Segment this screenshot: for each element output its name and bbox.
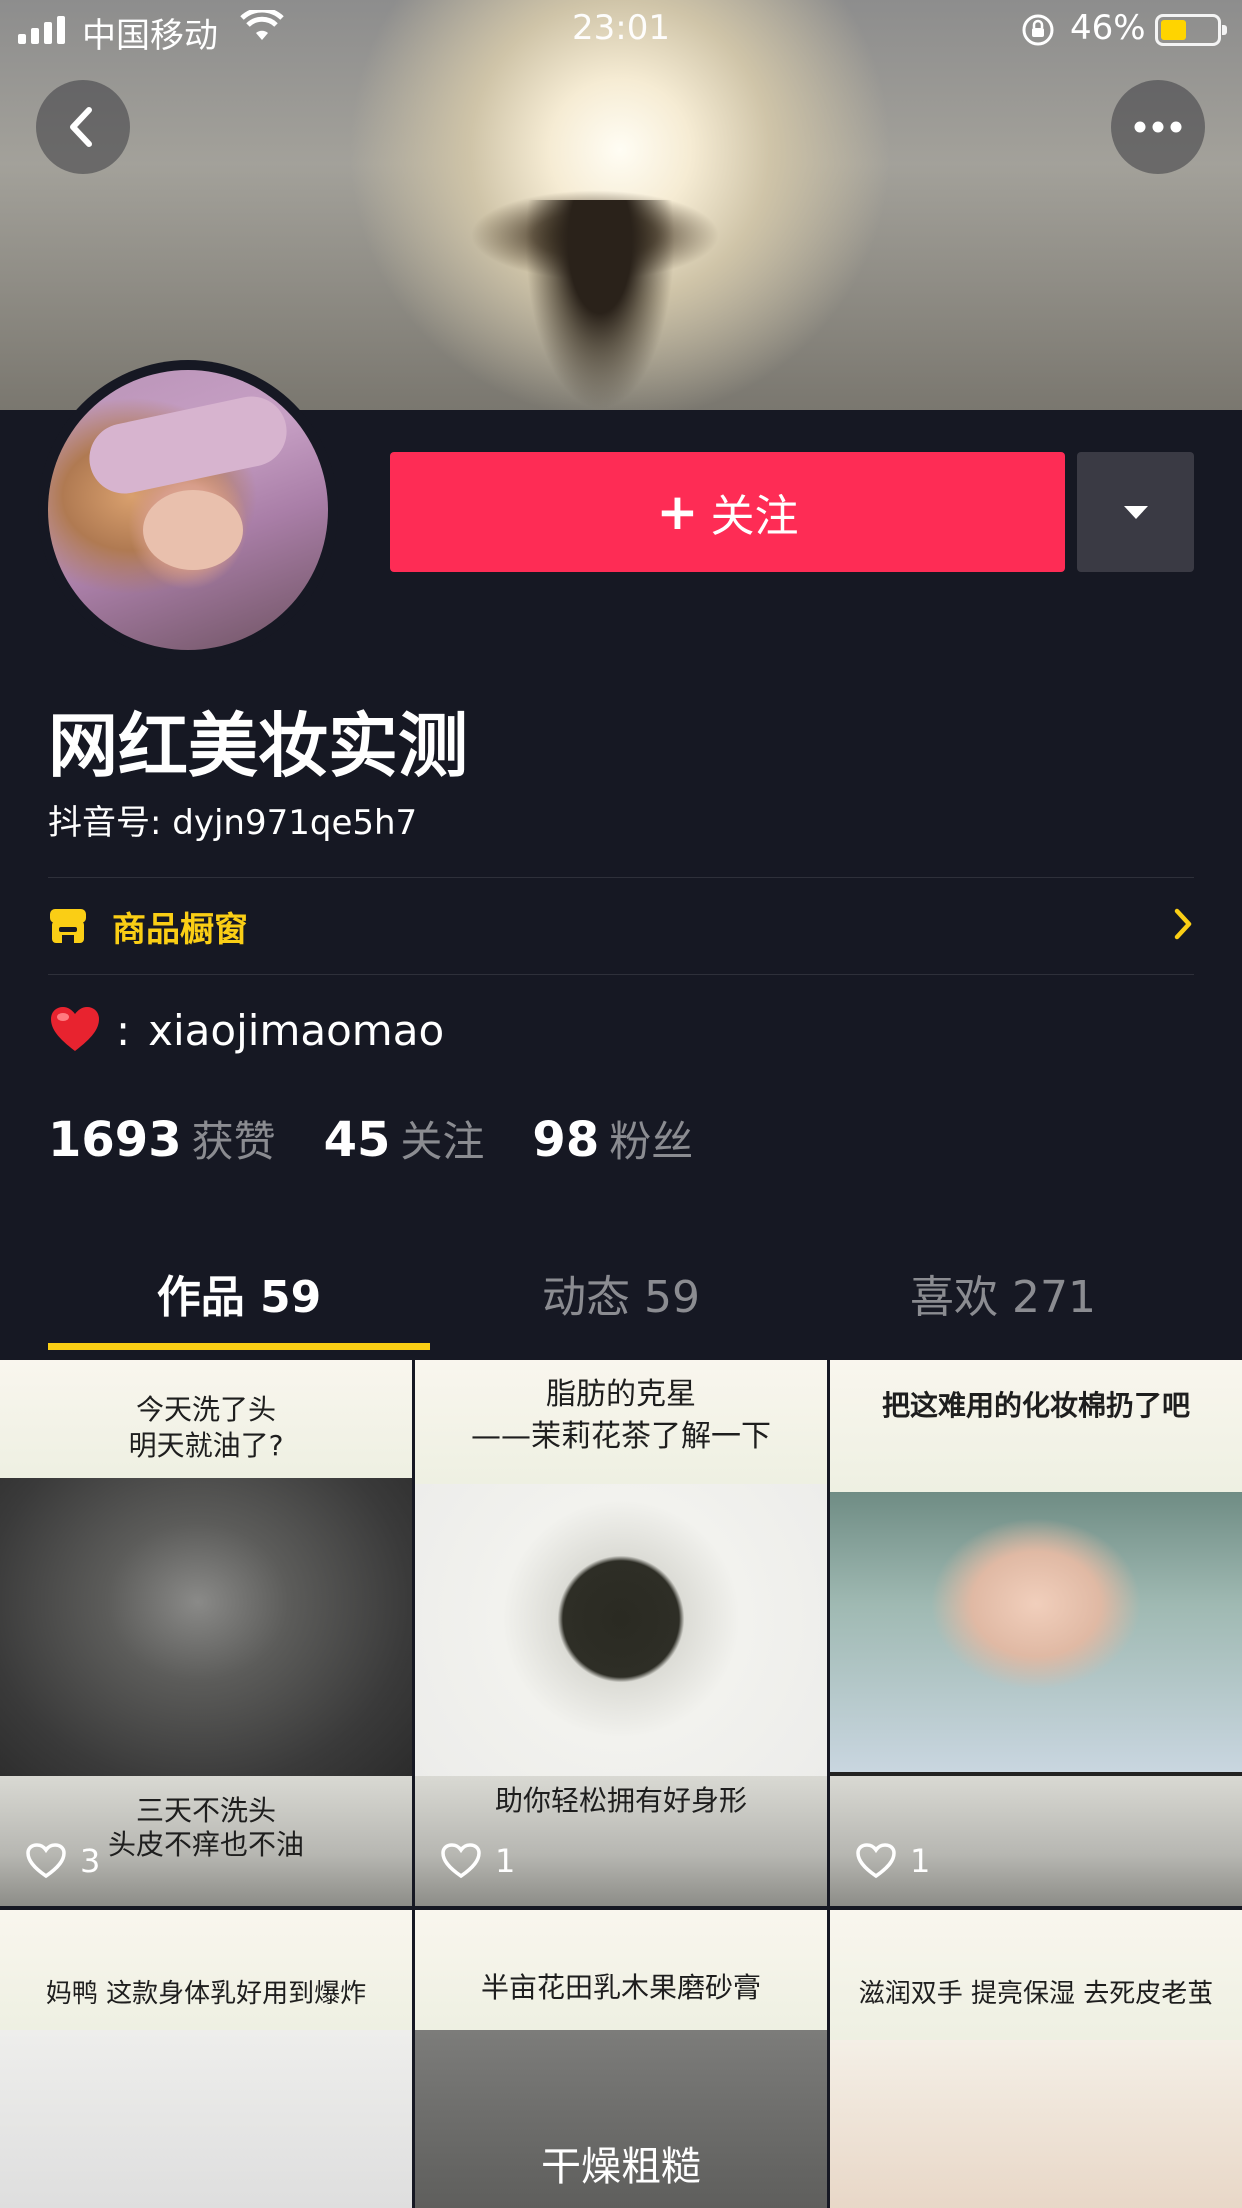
shop-label: 商品橱窗 <box>112 909 248 950</box>
more-horizontal-icon <box>1134 121 1182 133</box>
video-thumbnail[interactable]: 把这难用的化妆棉扔了吧 1 <box>830 1360 1242 1906</box>
battery-percent: 46% <box>1070 8 1146 48</box>
like-count: 3 <box>26 1842 100 1880</box>
douyin-id: 抖音号: dyjn971qe5h7 <box>48 803 418 843</box>
divider <box>48 974 1194 975</box>
like-count: 1 <box>856 1842 930 1880</box>
content-tabs: 作品 59 动态 59 喜欢 271 <box>48 1256 1194 1360</box>
more-button[interactable] <box>1111 80 1205 174</box>
page-title: 网红美妆实测 <box>48 705 468 787</box>
follow-button[interactable]: + 关注 <box>390 452 1065 572</box>
banner-image-stem <box>525 200 675 410</box>
stat-fans[interactable]: 98 粉丝 <box>532 1108 693 1169</box>
shop-icon <box>50 909 86 943</box>
video-thumbnail[interactable]: 半亩花田乳木果磨砂膏 干燥粗糙 <box>415 1910 827 2208</box>
heart-outline-icon <box>26 1843 66 1879</box>
like-count: 1 <box>441 1842 515 1880</box>
video-thumbnail[interactable]: 滋润双手 提亮保湿 去死皮老茧 <box>830 1910 1242 2208</box>
rotation-lock-icon <box>1022 14 1054 46</box>
caret-down-icon <box>1123 506 1148 519</box>
heart-outline-icon <box>441 1843 481 1879</box>
battery-icon <box>1155 14 1227 46</box>
tab-works[interactable]: 作品 59 <box>48 1256 430 1360</box>
video-thumbnail[interactable]: 今天洗了头 明天就油了? 三天不洗头 头皮不痒也不油 3 <box>0 1360 412 1906</box>
back-button[interactable] <box>36 80 130 174</box>
profile-stats: 1693 获赞 45 关注 98 粉丝 <box>48 1108 693 1169</box>
video-thumbnail[interactable]: 妈鸭 这款身体乳好用到爆炸 <box>0 1910 412 2208</box>
recommend-dropdown-button[interactable] <box>1077 452 1194 572</box>
profile-banner <box>0 0 1242 410</box>
status-bar: 中国移动 23:01 46% <box>0 0 1242 60</box>
chevron-left-icon <box>70 107 92 147</box>
bio-link-text: xiaojimaomao <box>148 1005 445 1055</box>
chevron-right-icon <box>1174 908 1192 940</box>
plus-icon: + <box>656 483 699 541</box>
video-thumbnail[interactable]: 脂肪的克星 ——茉莉花茶了解一下 助你轻松拥有好身形 1 <box>415 1360 827 1906</box>
tab-dynamics[interactable]: 动态 59 <box>430 1256 812 1360</box>
red-heart-icon <box>51 1007 99 1051</box>
avatar[interactable] <box>48 370 328 650</box>
bio-link-row: : xiaojimaomao <box>48 1005 444 1055</box>
product-showcase-row[interactable]: 商品橱窗 <box>48 878 1194 974</box>
stat-likes: 1693 获赞 <box>48 1112 276 1168</box>
battery-fill <box>1161 20 1186 40</box>
tab-liked[interactable]: 喜欢 271 <box>812 1256 1194 1360</box>
video-grid: 今天洗了头 明天就油了? 三天不洗头 头皮不痒也不油 3 脂肪的克星 ——茉莉花… <box>0 1360 1242 2208</box>
heart-outline-icon <box>856 1843 896 1879</box>
stat-following[interactable]: 45 关注 <box>324 1108 485 1169</box>
follow-label: 关注 <box>710 491 799 542</box>
